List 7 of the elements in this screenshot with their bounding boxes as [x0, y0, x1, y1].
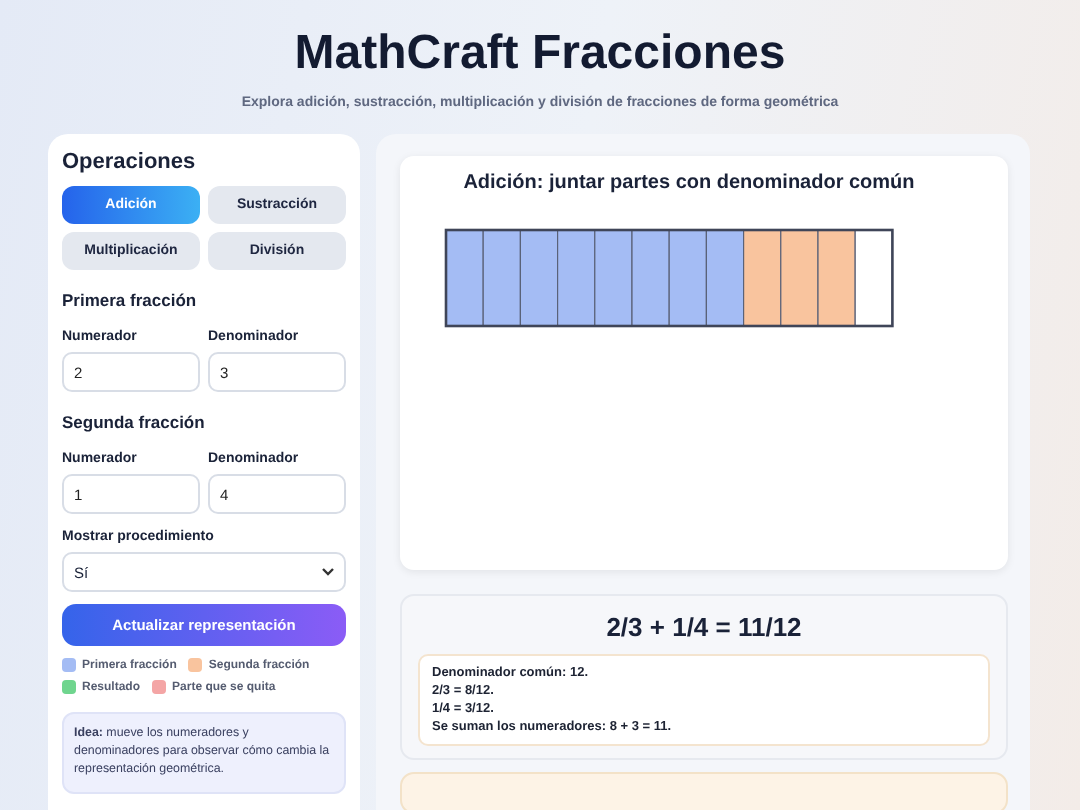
section-heading: Segunda fracción [62, 412, 207, 432]
chevron-icon [322, 568, 334, 576]
panel-heading: Operaciones [62, 150, 198, 174]
canvas-title: Adición: juntar partes con denominador común [463, 172, 915, 194]
app-title: MathCraft Fracciones [292, 24, 788, 84]
result-equation: 2/3 + 1/4 = 11/12 [604, 611, 804, 641]
section-heading: Primera fracción [62, 290, 199, 310]
